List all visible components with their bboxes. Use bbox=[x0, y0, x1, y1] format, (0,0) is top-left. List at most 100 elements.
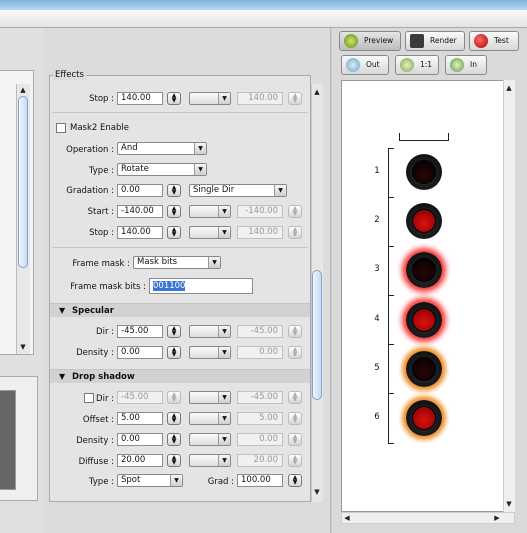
drop-shadow-density-input[interactable]: 0.00 bbox=[117, 433, 163, 446]
dropdown-arrow-icon: ▼ bbox=[218, 206, 230, 217]
drop-shadow-offset-label: Offset : bbox=[82, 415, 114, 425]
spinner-icon: ▲ ▼ bbox=[288, 226, 302, 239]
scroll-down-arrow-icon[interactable]: ▼ bbox=[312, 488, 322, 496]
mask2-enable-checkbox[interactable] bbox=[56, 123, 66, 133]
effects-legend: Effects bbox=[53, 70, 86, 80]
stop-combo[interactable]: ▼ bbox=[189, 226, 231, 239]
row-number: 5 bbox=[374, 362, 380, 373]
spinner-icon[interactable]: ▲ ▼ bbox=[167, 346, 181, 359]
spinner-icon[interactable]: ▲ ▼ bbox=[288, 474, 302, 487]
drop-shadow-density-target: 0.00 bbox=[237, 433, 283, 446]
led-indicator bbox=[406, 203, 442, 240]
drop-shadow-dir-combo[interactable]: ▼ bbox=[189, 391, 231, 404]
spinner-icon[interactable]: ▲ ▼ bbox=[167, 205, 181, 218]
specular-dir-combo[interactable]: ▼ bbox=[189, 325, 231, 338]
drop-shadow-offset-input[interactable]: 5.00 bbox=[117, 412, 163, 425]
stop-top-combo[interactable]: ▼ bbox=[189, 92, 231, 105]
zoom-actual-button[interactable]: 1:1 bbox=[395, 55, 439, 75]
stop-top-input[interactable]: 140.00 bbox=[117, 92, 163, 105]
spinner-icon: ▲ ▼ bbox=[288, 92, 302, 105]
scroll-up-arrow-icon[interactable]: ▲ bbox=[18, 86, 28, 94]
drop-shadow-diffuse-input[interactable]: 20.00 bbox=[117, 454, 163, 467]
render-button[interactable]: Render bbox=[405, 31, 465, 51]
drop-shadow-density-combo[interactable]: ▼ bbox=[189, 433, 231, 446]
zoom-in-icon bbox=[450, 58, 464, 72]
drop-shadow-type-select[interactable]: Spot ▼ bbox=[117, 474, 183, 487]
dropdown-arrow-icon: ▼ bbox=[218, 326, 230, 337]
preview-vertical-scrollbar[interactable] bbox=[503, 80, 515, 512]
drop-shadow-offset-combo[interactable]: ▼ bbox=[189, 412, 231, 425]
gradation-mode-value: Single Dir bbox=[193, 185, 235, 195]
gradation-label: Gradation : bbox=[66, 186, 114, 196]
spinner-icon[interactable]: ▲ ▼ bbox=[167, 226, 181, 239]
spinner-icon[interactable]: ▲ ▼ bbox=[167, 454, 181, 467]
dropdown-arrow-icon: ▼ bbox=[218, 413, 230, 424]
zoom-actual-icon bbox=[400, 58, 414, 72]
left-scroll-thumb[interactable] bbox=[18, 96, 28, 268]
separator bbox=[52, 112, 308, 113]
mask2-enable-label: Mask2 Enable bbox=[70, 123, 129, 133]
zoom-in-button[interactable]: In bbox=[445, 55, 487, 75]
spinner-icon[interactable]: ▲ ▼ bbox=[167, 92, 181, 105]
spinner-icon[interactable]: ▲ ▼ bbox=[167, 433, 181, 446]
scroll-up-arrow-icon[interactable]: ▲ bbox=[505, 84, 513, 92]
row-number: 2 bbox=[374, 215, 380, 226]
collapse-triangle-icon: ▼ bbox=[59, 306, 66, 315]
spinner-icon: ▲ ▼ bbox=[167, 391, 181, 404]
specular-dir-label: Dir : bbox=[96, 327, 114, 337]
specular-header[interactable]: ▼ Specular bbox=[50, 303, 310, 317]
stop-input[interactable]: 140.00 bbox=[117, 226, 163, 239]
zoom-in-label: In bbox=[470, 60, 477, 69]
frame-mask-bits-label: Frame mask bits : bbox=[70, 282, 146, 292]
drop-shadow-header[interactable]: ▼ Drop shadow bbox=[50, 369, 310, 383]
zoom-actual-label: 1:1 bbox=[420, 60, 433, 69]
drop-shadow-dir-input: -45.00 bbox=[117, 391, 163, 404]
frame-mask-select[interactable]: Mask bits ▼ bbox=[133, 256, 221, 269]
row-tick bbox=[388, 246, 394, 247]
spinner-icon: ▲ ▼ bbox=[288, 346, 302, 359]
scroll-right-arrow-icon[interactable]: ▶ bbox=[493, 514, 501, 522]
spinner-icon[interactable]: ▲ ▼ bbox=[167, 412, 181, 425]
row-tick bbox=[388, 344, 394, 345]
scroll-down-arrow-icon[interactable]: ▼ bbox=[18, 343, 28, 351]
operation-label: Operation : bbox=[66, 145, 114, 155]
title-bar bbox=[0, 0, 527, 10]
led-core bbox=[412, 160, 436, 184]
spinner-icon[interactable]: ▲ ▼ bbox=[167, 184, 181, 197]
specular-dir-input[interactable]: -45.00 bbox=[117, 325, 163, 338]
scroll-down-arrow-icon[interactable]: ▼ bbox=[505, 500, 513, 508]
scroll-up-arrow-icon[interactable]: ▲ bbox=[312, 88, 322, 96]
led-indicator bbox=[406, 301, 442, 338]
test-button[interactable]: Test bbox=[469, 31, 519, 51]
effects-scroll-thumb[interactable] bbox=[312, 270, 322, 400]
scroll-left-arrow-icon[interactable]: ◀ bbox=[343, 514, 351, 522]
collapse-triangle-icon: ▼ bbox=[59, 372, 66, 381]
start-combo[interactable]: ▼ bbox=[189, 205, 231, 218]
operation-select[interactable]: And ▼ bbox=[117, 142, 207, 155]
start-input[interactable]: -140.00 bbox=[117, 205, 163, 218]
width-bracket bbox=[399, 133, 449, 141]
spinner-icon[interactable]: ▲ ▼ bbox=[167, 325, 181, 338]
specular-density-input[interactable]: 0.00 bbox=[117, 346, 163, 359]
type-select[interactable]: Rotate ▼ bbox=[117, 163, 207, 176]
drop-shadow-grad-input[interactable]: 100.00 bbox=[237, 474, 283, 487]
drop-shadow-type-label: Type : bbox=[88, 477, 114, 487]
row-tick bbox=[388, 393, 394, 394]
drop-shadow-dir-label: Dir : bbox=[96, 394, 114, 404]
zoom-out-button[interactable]: Out bbox=[341, 55, 389, 75]
type-label: Type : bbox=[88, 166, 114, 176]
preview-button[interactable]: Preview bbox=[339, 31, 401, 51]
frame-mask-bits-input[interactable]: 001100 bbox=[149, 278, 253, 294]
dropdown-arrow-icon: ▼ bbox=[170, 475, 182, 486]
frame-mask-value: Mask bits bbox=[137, 257, 178, 267]
drop-shadow-diffuse-combo[interactable]: ▼ bbox=[189, 454, 231, 467]
gradation-input[interactable]: 0.00 bbox=[117, 184, 163, 197]
preview-horizontal-scrollbar[interactable] bbox=[341, 512, 515, 524]
specular-density-combo[interactable]: ▼ bbox=[189, 346, 231, 359]
gradation-mode-select[interactable]: Single Dir ▼ bbox=[189, 184, 287, 197]
preview-canvas bbox=[341, 80, 515, 512]
dropdown-arrow-icon: ▼ bbox=[194, 164, 206, 175]
drop-shadow-dir-checkbox[interactable] bbox=[84, 393, 94, 403]
spinner-icon: ▲ ▼ bbox=[288, 412, 302, 425]
led-core bbox=[412, 406, 436, 430]
